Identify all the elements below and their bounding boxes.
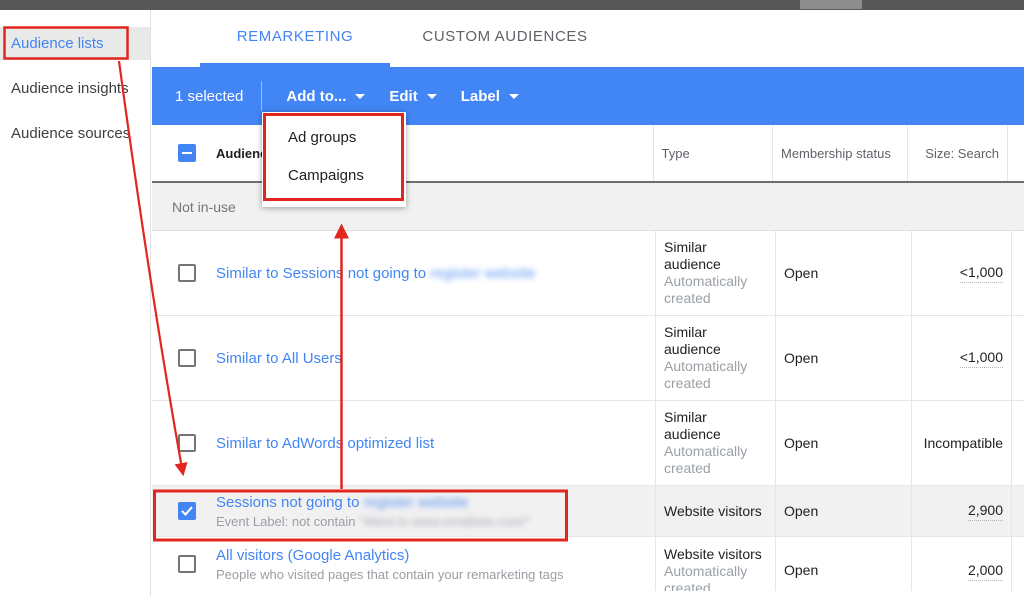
- header-type: Type: [652, 125, 772, 181]
- audience-link[interactable]: All visitors (Google Analytics): [216, 547, 564, 564]
- add-to-dropdown-menu: Ad groups Campaigns: [262, 112, 406, 207]
- table-row[interactable]: All visitors (Google Analytics) People w…: [152, 537, 1024, 591]
- size-value[interactable]: 2,900: [967, 502, 1003, 521]
- table-row-selected[interactable]: Sessions not going to register website E…: [152, 486, 1024, 537]
- size-cell: <1,000: [911, 231, 1011, 315]
- select-all-checkbox-indeterminate[interactable]: [178, 144, 196, 162]
- size-cell: 2,000: [911, 537, 1011, 591]
- sidebar-item-audience-sources[interactable]: Audience sources: [0, 116, 150, 150]
- membership-cell: Open: [775, 231, 911, 315]
- row-spacer: [1011, 486, 1024, 536]
- menu-item-campaigns[interactable]: Campaigns: [262, 156, 406, 194]
- edit-label: Edit: [389, 87, 418, 105]
- row-checkbox[interactable]: [178, 264, 196, 282]
- membership-cell: Open: [775, 401, 911, 485]
- table-row[interactable]: Similar to AdWords optimized list Simila…: [152, 401, 1024, 486]
- row-checkbox[interactable]: [178, 434, 196, 452]
- tab-custom-audiences[interactable]: CUSTOM AUDIENCES: [400, 10, 610, 63]
- type-text: Website visitors: [664, 546, 762, 562]
- sidebar-item-label: Audience lists: [11, 35, 104, 52]
- row-spacer: [1011, 401, 1024, 485]
- add-to-button[interactable]: Add to...: [286, 87, 366, 105]
- caret-down-icon: [426, 93, 437, 99]
- type-subtext: Automatically created: [664, 443, 748, 476]
- description-text: Event Label: not contain: [216, 513, 356, 529]
- type-cell: Similar audience Automatically created: [655, 316, 775, 400]
- section-label: Not in-use: [172, 198, 236, 215]
- sidebar-item-audience-lists[interactable]: Audience lists: [0, 27, 150, 60]
- row-checkbox-checked[interactable]: [178, 502, 196, 520]
- browser-chrome-bar: [0, 0, 1024, 10]
- size-cell: Incompatible: [911, 401, 1011, 485]
- type-subtext: Automatically created: [664, 563, 748, 591]
- sidebar-item-audience-insights[interactable]: Audience insights: [0, 71, 150, 105]
- membership-cell: Open: [775, 537, 911, 591]
- redacted-text: register website: [430, 264, 536, 282]
- audience-cell: All visitors (Google Analytics) People w…: [152, 537, 655, 591]
- audience-link[interactable]: Sessions not going to register website: [216, 494, 530, 511]
- table-row[interactable]: Similar to All Users Similar audience Au…: [152, 316, 1024, 401]
- audience-cell: Similar to Sessions not going to registe…: [152, 231, 655, 315]
- size-cell: 2,900: [911, 486, 1011, 536]
- type-text: Similar audience: [664, 239, 721, 272]
- row-spacer: [1011, 231, 1024, 315]
- type-subtext: Automatically created: [664, 273, 748, 306]
- type-text: Similar audience: [664, 409, 721, 442]
- audience-cell: Sessions not going to register website E…: [152, 486, 655, 536]
- tab-remarketing[interactable]: REMARKETING: [200, 10, 390, 63]
- size-value[interactable]: <1,000: [959, 264, 1003, 283]
- header-membership-status: Membership status: [772, 125, 907, 181]
- size-value[interactable]: 2,000: [967, 562, 1003, 581]
- type-cell: Website visitors: [655, 486, 775, 536]
- audience-link[interactable]: Similar to All Users: [216, 350, 342, 367]
- header-spacer: [1007, 125, 1024, 181]
- actionbar-divider: [261, 81, 263, 111]
- sidebar-item-label: Audience insights: [11, 79, 129, 97]
- audience-description: People who visited pages that contain yo…: [216, 566, 564, 582]
- selected-count: 1 selected: [175, 87, 244, 105]
- sidebar: Audience lists Audience insights Audienc…: [0, 10, 151, 596]
- audience-cell: Similar to All Users: [152, 316, 655, 400]
- checkmark-icon: [181, 506, 193, 516]
- redacted-text: register website: [363, 493, 469, 511]
- tab-label: REMARKETING: [236, 28, 354, 45]
- audience-cell: Similar to AdWords optimized list: [152, 401, 655, 485]
- row-spacer: [1011, 316, 1024, 400]
- type-cell: Similar audience Automatically created: [655, 231, 775, 315]
- label-button[interactable]: Label: [461, 88, 519, 105]
- row-spacer: [1011, 537, 1024, 591]
- label-label: Label: [460, 87, 500, 105]
- size-cell: <1,000: [911, 316, 1011, 400]
- membership-cell: Open: [775, 486, 911, 536]
- edit-button[interactable]: Edit: [389, 87, 437, 105]
- indeterminate-icon: [182, 152, 192, 154]
- audience-link-text: Similar to Sessions not going to: [216, 264, 427, 282]
- type-cell: Similar audience Automatically created: [655, 401, 775, 485]
- audience-description: Event Label: not contain "Went to www.sm…: [216, 514, 530, 529]
- type-text: Similar audience: [664, 324, 721, 357]
- redacted-text: "Went to www.smallsite.com/": [359, 513, 530, 529]
- caret-down-icon: [355, 93, 366, 99]
- tab-label: CUSTOM AUDIENCES: [422, 28, 588, 45]
- type-subtext: Automatically created: [664, 358, 748, 391]
- caret-down-icon: [508, 93, 519, 99]
- sidebar-item-label: Audience sources: [11, 124, 131, 142]
- row-checkbox[interactable]: [178, 555, 196, 573]
- membership-cell: Open: [775, 316, 911, 400]
- row-checkbox[interactable]: [178, 349, 196, 367]
- header-size-search: Size: Search: [907, 125, 1007, 181]
- audience-link[interactable]: Similar to AdWords optimized list: [216, 435, 434, 452]
- size-value[interactable]: <1,000: [959, 349, 1003, 368]
- type-cell: Website visitors Automatically created: [655, 537, 775, 591]
- menu-item-ad-groups[interactable]: Ad groups: [262, 118, 406, 156]
- audience-link-text: Sessions not going to: [216, 493, 360, 511]
- add-to-label: Add to...: [286, 87, 347, 105]
- tabbar: REMARKETING CUSTOM AUDIENCES: [152, 10, 1024, 67]
- table-row[interactable]: Similar to Sessions not going to registe…: [152, 231, 1024, 316]
- audience-link[interactable]: Similar to Sessions not going to registe…: [216, 265, 535, 282]
- browser-tab-remnant: [800, 0, 862, 9]
